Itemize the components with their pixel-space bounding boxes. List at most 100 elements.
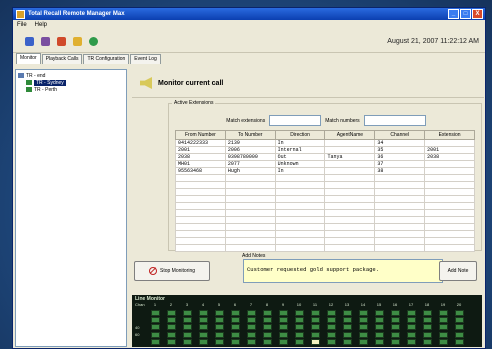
channel-led[interactable] — [150, 338, 160, 345]
channel-led[interactable] — [310, 310, 320, 316]
channel-led[interactable] — [342, 310, 352, 316]
channel-led[interactable] — [326, 324, 336, 331]
channel-led[interactable] — [166, 331, 176, 338]
tree-node[interactable]: TR - Perth — [18, 86, 124, 93]
channel-led[interactable] — [390, 331, 400, 338]
channel-led[interactable] — [182, 331, 192, 338]
channel-led[interactable] — [262, 317, 272, 324]
channel-led[interactable] — [246, 317, 256, 324]
channel-led[interactable] — [214, 331, 224, 338]
channel-led[interactable] — [374, 338, 384, 345]
channel-led[interactable] — [182, 324, 192, 331]
channel-led[interactable] — [454, 331, 464, 338]
channel-led[interactable] — [278, 324, 288, 331]
channel-led[interactable] — [438, 331, 448, 338]
stop-monitoring-button[interactable]: Stop Monitoring — [134, 261, 210, 281]
channel-led[interactable] — [262, 310, 272, 316]
channel-led[interactable] — [342, 331, 352, 338]
channel-led[interactable] — [166, 338, 176, 345]
maximize-button[interactable]: □ — [460, 9, 471, 19]
channel-led[interactable] — [246, 324, 256, 331]
channel-led[interactable] — [326, 317, 336, 324]
channel-led[interactable] — [326, 331, 336, 338]
channel-led[interactable] — [294, 331, 304, 338]
channel-led[interactable] — [374, 324, 384, 331]
channel-led[interactable] — [182, 310, 192, 316]
channel-led[interactable] — [454, 310, 464, 316]
channel-led[interactable] — [390, 310, 400, 316]
channel-led[interactable] — [198, 331, 208, 338]
minimize-button[interactable]: _ — [448, 9, 459, 19]
tab-monitor[interactable]: Monitor — [16, 53, 41, 64]
channel-led[interactable] — [166, 324, 176, 331]
channel-led[interactable] — [374, 331, 384, 338]
column-header[interactable]: AgentName — [324, 130, 376, 140]
channel-led[interactable] — [422, 310, 432, 316]
channel-led[interactable] — [230, 310, 240, 316]
channel-led[interactable] — [358, 338, 368, 345]
title-bar[interactable]: Total Recall Remote Manager Max _ □ X — [13, 8, 485, 20]
table-row[interactable]: MH01 2077 Unknown 37 — [175, 160, 475, 168]
channel-led[interactable] — [358, 310, 368, 316]
channel-led[interactable] — [198, 338, 208, 345]
channel-led[interactable] — [406, 317, 416, 324]
channel-led[interactable] — [166, 310, 176, 316]
channel-led[interactable] — [198, 310, 208, 316]
note-input[interactable]: Customer requested gold support package. — [243, 259, 443, 283]
channel-led[interactable] — [262, 331, 272, 338]
menu-help[interactable]: Help — [35, 22, 47, 28]
table-row[interactable]: 0414222333 2139 In 34 — [175, 139, 475, 147]
column-header[interactable]: Direction — [274, 130, 326, 140]
channel-led[interactable] — [406, 331, 416, 338]
channel-led[interactable] — [294, 317, 304, 324]
channel-led[interactable] — [422, 324, 432, 331]
globe-icon[interactable] — [89, 36, 98, 46]
channel-led[interactable] — [166, 317, 176, 324]
channel-led[interactable] — [230, 338, 240, 345]
tab-playback-calls[interactable]: Playback Calls — [41, 54, 83, 64]
channel-led[interactable] — [214, 310, 224, 316]
channel-led[interactable] — [198, 317, 208, 324]
tools-icon[interactable] — [73, 36, 82, 46]
channel-led[interactable] — [150, 317, 160, 324]
channel-led[interactable] — [406, 310, 416, 316]
channel-led[interactable] — [262, 338, 272, 345]
channel-led[interactable] — [390, 324, 400, 331]
channel-led[interactable] — [246, 338, 256, 345]
channel-led[interactable] — [374, 310, 384, 316]
table-row[interactable]: 2001 2006 Internal 35 2001 — [175, 146, 475, 154]
channel-led[interactable] — [278, 331, 288, 338]
channel-led[interactable] — [198, 324, 208, 331]
channel-led[interactable] — [358, 324, 368, 331]
channel-led[interactable] — [150, 310, 160, 316]
channel-led[interactable] — [278, 338, 288, 345]
channel-led[interactable] — [422, 331, 432, 338]
channel-led[interactable] — [358, 331, 368, 338]
channel-led[interactable] — [278, 310, 288, 316]
channel-led[interactable] — [310, 331, 320, 338]
column-header[interactable]: From Number — [175, 130, 226, 140]
channel-led[interactable] — [214, 338, 224, 345]
tree-node[interactable]: TR - Sydney — [18, 79, 124, 86]
channel-led[interactable] — [438, 317, 448, 324]
channel-led[interactable] — [310, 324, 320, 331]
channel-led[interactable] — [230, 317, 240, 324]
channel-led[interactable] — [230, 331, 240, 338]
channel-led[interactable] — [182, 338, 192, 345]
channel-led[interactable] — [406, 324, 416, 331]
channel-led[interactable] — [422, 317, 432, 324]
channel-led[interactable] — [326, 338, 336, 345]
channel-led[interactable] — [326, 310, 336, 316]
channel-led[interactable] — [390, 338, 400, 345]
menu-file[interactable]: File — [17, 22, 27, 28]
channel-led[interactable] — [262, 324, 272, 331]
user-icon[interactable] — [25, 36, 34, 46]
match-extensions-input[interactable] — [269, 115, 322, 126]
channel-led[interactable] — [390, 317, 400, 324]
channel-led[interactable] — [246, 310, 256, 316]
channel-led[interactable] — [406, 338, 416, 345]
channel-led[interactable] — [230, 324, 240, 331]
channel-led[interactable] — [150, 331, 160, 338]
channel-led[interactable] — [374, 317, 384, 324]
channel-led[interactable] — [310, 317, 320, 324]
